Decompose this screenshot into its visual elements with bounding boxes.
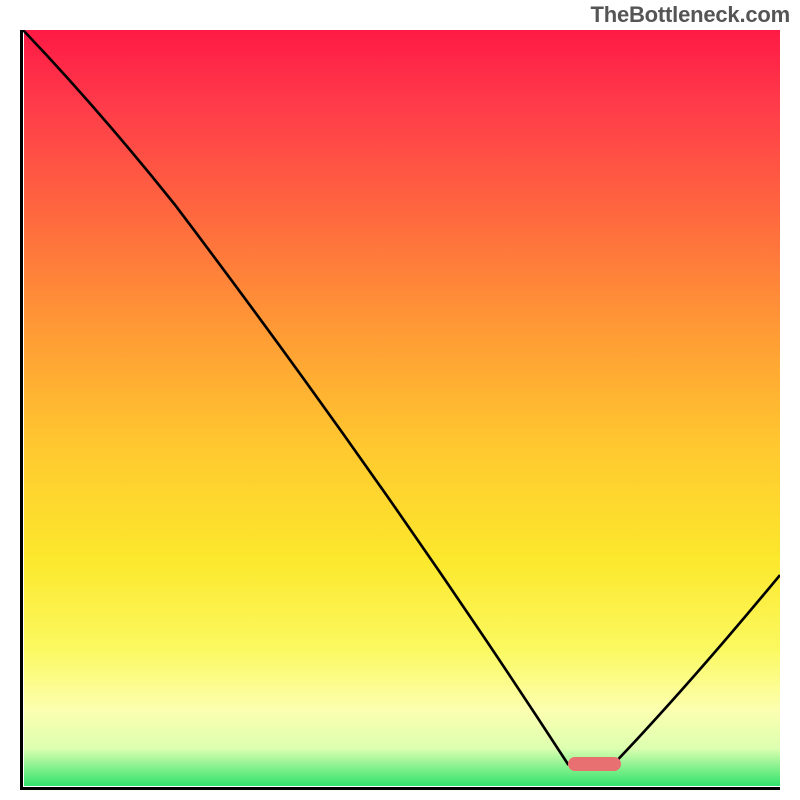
chart-bottleneck-marker xyxy=(568,757,621,771)
chart-axes xyxy=(20,30,780,790)
chart-background-gradient xyxy=(24,30,780,786)
watermark-text: TheBottleneck.com xyxy=(590,2,790,28)
chart-plot-area xyxy=(23,30,780,787)
